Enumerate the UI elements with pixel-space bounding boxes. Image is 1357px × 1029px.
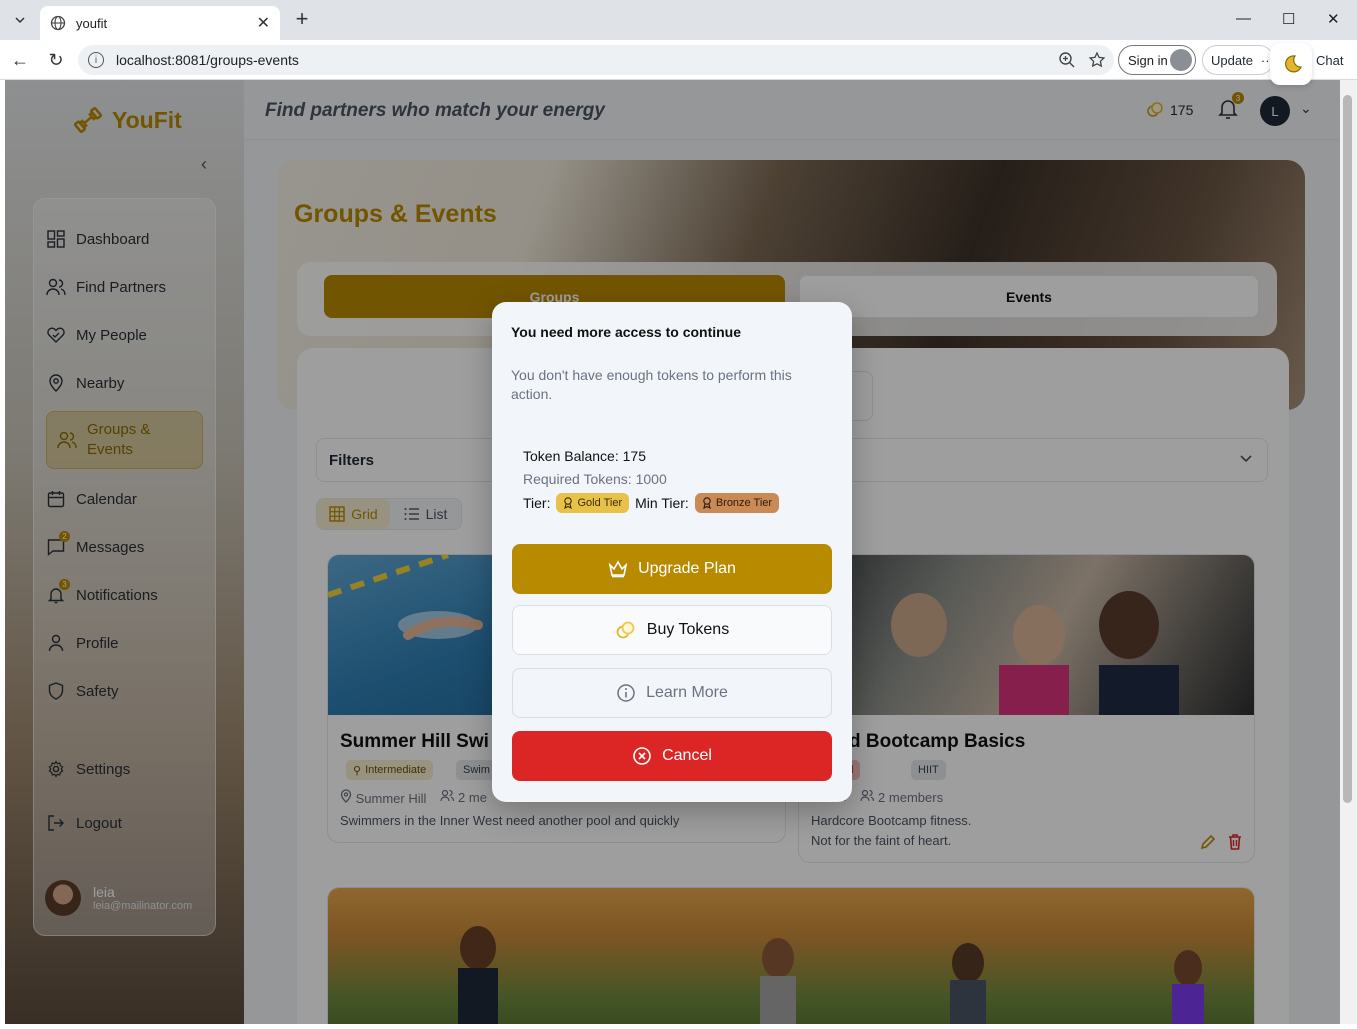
current-tier-text: Gold Tier bbox=[577, 497, 623, 509]
browser-titlebar: youfit ✕ + — ☐ ✕ bbox=[0, 0, 1357, 40]
tier-row: Tier: Gold Tier Min Tier: Bronze Tier bbox=[523, 493, 780, 513]
minimize-icon[interactable]: — bbox=[1236, 10, 1251, 27]
update-button[interactable]: Update ··· bbox=[1202, 45, 1274, 75]
reload-icon[interactable]: ↻ bbox=[46, 50, 66, 71]
url-text: localhost:8081/groups-events bbox=[116, 52, 299, 68]
info-icon bbox=[617, 684, 635, 702]
theme-toggle-button[interactable] bbox=[1270, 43, 1312, 85]
medal-icon bbox=[564, 497, 573, 509]
current-tier-badge: Gold Tier bbox=[556, 493, 630, 513]
close-circle-icon bbox=[633, 747, 651, 765]
tab-search-button[interactable] bbox=[6, 6, 34, 34]
learn-more-button[interactable]: Learn More bbox=[512, 668, 832, 718]
buy-tokens-label: Buy Tokens bbox=[646, 621, 730, 638]
dialog-description: You don't have enough tokens to perform … bbox=[511, 367, 792, 402]
upgrade-plan-label: Upgrade Plan bbox=[638, 560, 736, 577]
scrollbar-thumb[interactable] bbox=[1343, 95, 1352, 803]
tier-label: Tier: bbox=[523, 495, 551, 511]
moon-icon bbox=[1285, 55, 1302, 73]
sign-in-label: Sign in bbox=[1128, 52, 1168, 68]
close-window-icon[interactable]: ✕ bbox=[1327, 10, 1340, 28]
address-bar: ← ↻ i localhost:8081/groups-events Sign … bbox=[0, 40, 1357, 80]
crown-icon bbox=[608, 560, 628, 578]
browser-tab[interactable]: youfit ✕ bbox=[40, 6, 280, 40]
upgrade-plan-button[interactable]: Upgrade Plan bbox=[512, 544, 832, 594]
required-tokens-text: Required Tokens: 1000 bbox=[523, 471, 667, 487]
min-tier-text: Bronze Tier bbox=[715, 497, 773, 509]
zoom-icon[interactable] bbox=[1058, 51, 1076, 69]
chevron-down-icon bbox=[15, 17, 25, 24]
url-field[interactable]: i localhost:8081/groups-events bbox=[78, 45, 1114, 75]
bookmark-star-icon[interactable] bbox=[1088, 51, 1106, 69]
insufficient-tokens-dialog: You need more access to continue You don… bbox=[492, 302, 852, 802]
update-label: Update bbox=[1211, 52, 1253, 68]
chat-label: Chat bbox=[1316, 52, 1344, 68]
tab-title: youfit bbox=[76, 15, 108, 31]
sign-in-button[interactable]: Sign in bbox=[1118, 45, 1196, 75]
maximize-icon[interactable]: ☐ bbox=[1282, 10, 1295, 28]
profile-avatar-icon bbox=[1170, 49, 1192, 71]
medal-icon bbox=[702, 497, 711, 509]
cancel-button[interactable]: Cancel bbox=[512, 731, 832, 781]
new-tab-button[interactable]: + bbox=[290, 8, 314, 32]
coins-icon bbox=[616, 621, 635, 639]
buy-tokens-button[interactable]: Buy Tokens bbox=[512, 605, 832, 655]
min-tier-badge: Bronze Tier bbox=[694, 493, 780, 513]
back-arrow-icon[interactable]: ← bbox=[10, 50, 30, 71]
globe-icon bbox=[50, 15, 66, 31]
token-balance-text: Token Balance: 175 bbox=[523, 448, 646, 464]
dialog-title: You need more access to continue bbox=[511, 324, 742, 340]
site-info-icon[interactable]: i bbox=[88, 52, 104, 68]
min-tier-label: Min Tier: bbox=[635, 495, 689, 511]
close-tab-icon[interactable]: ✕ bbox=[257, 13, 270, 33]
cancel-label: Cancel bbox=[662, 747, 712, 764]
learn-more-label: Learn More bbox=[646, 684, 728, 701]
